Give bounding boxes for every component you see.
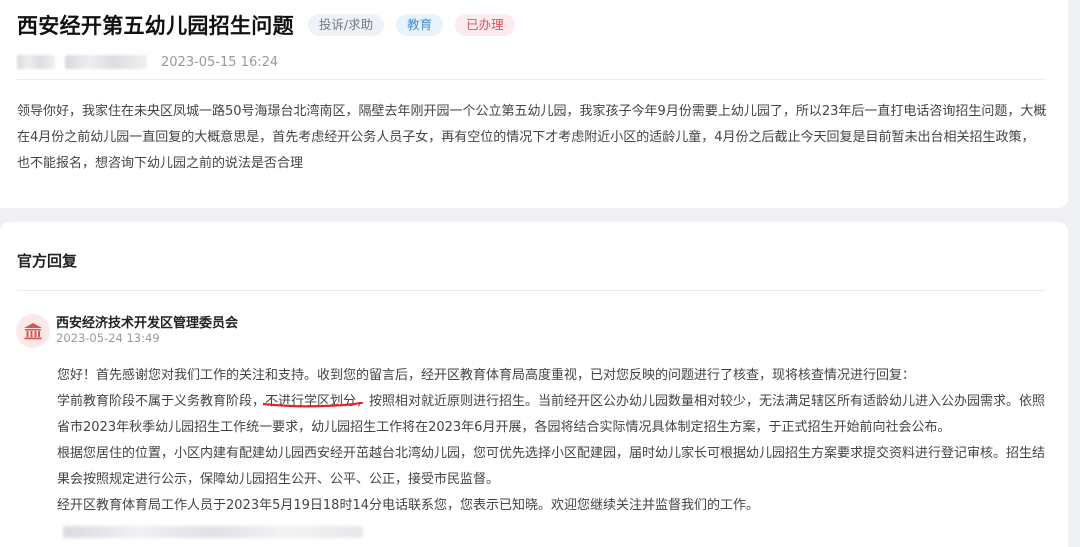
reply-text: 不进行学区划分，按照相对就近原则进行招生: [265, 394, 526, 409]
blurred-avatar: [17, 55, 55, 69]
reply-card: 官方回复 西安经济技术开发区管理委员会 2023-05-24 13:49 您好！…: [0, 222, 1068, 547]
page-title: 西安经开第五幼儿园招生问题: [17, 14, 294, 38]
reply-paragraph: 经开区教育体育局工作人员于2023年5月19日18时14分电话联系您，您表示已知…: [57, 493, 1052, 545]
title-row: 西安经开第五幼儿园招生问题 投诉/求助 教育 已办理: [17, 10, 515, 40]
question-date: 2023-05-15 16:24: [161, 54, 279, 70]
reply-text: 学前教育阶段不属于义务教育阶段，: [57, 394, 266, 409]
divider: [17, 79, 1046, 80]
status-badge: 已办理: [455, 14, 515, 36]
field-tag[interactable]: 教育: [396, 14, 444, 36]
question-card: 西安经开第五幼儿园招生问题 投诉/求助 教育 已办理 2023-05-15 16…: [0, 0, 1068, 208]
reply-paragraph: 您好！首先感谢您对我们工作的关注和支持。收到您的留言后，经开区教育体育局高度重视…: [57, 368, 916, 383]
reply-paragraph: 根据您居住的位置，小区内建有配建幼儿园西安经开茁越台北湾幼儿园，您可优先选择小区…: [57, 446, 1046, 487]
highlighted-text: 不进行学区划分，按照相对就近原则进行招生: [263, 394, 526, 409]
blurred-username: [65, 55, 147, 69]
department-name: 西安经济技术开发区管理委员会: [56, 316, 239, 331]
reply-paragraph: 学前教育阶段不属于义务教育阶段，不进行学区划分，按照相对就近原则进行招生 。当前经…: [57, 389, 1052, 441]
reply-date: 2023-05-24 13:49: [56, 331, 160, 345]
category-tag[interactable]: 投诉/求助: [307, 14, 385, 36]
question-meta: 2023-05-15 16:24: [17, 52, 278, 72]
blurred-text: [63, 525, 363, 538]
government-building-icon: [16, 314, 50, 348]
reply-text: 经开区教育体育局工作人员于2023年5月19日18时14分电话联系您，您表示已知…: [57, 498, 759, 513]
divider: [17, 290, 1046, 291]
section-title: 官方回复: [17, 252, 78, 270]
reply-body: 您好！首先感谢您对我们工作的关注和支持。收到您的留言后，经开区教育体育局高度重视…: [57, 363, 1052, 545]
question-body: 领导你好，我家住在未央区凤城一路50号海璟台北湾南区，隔壁去年刚开园一个公立第五…: [17, 104, 1047, 171]
